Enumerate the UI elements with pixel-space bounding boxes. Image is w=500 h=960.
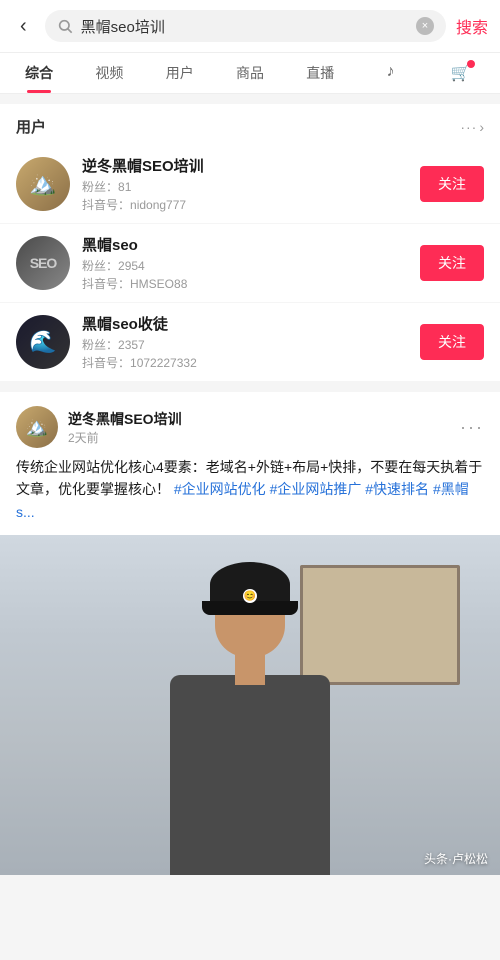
tab-bar: 综合 视频 用户 商品 直播 ♪ 🛒 xyxy=(0,53,500,94)
photo-background: 😊 xyxy=(0,535,500,875)
feed-text: 传统企业网站优化核心4要素：老域名+外链+布局+快排，不要在每天执着于文章，优化… xyxy=(0,456,500,535)
hashtag-2[interactable]: #企业网站推广 xyxy=(270,481,362,497)
feed-avatar[interactable]: 🏔️ xyxy=(16,406,58,448)
cart-icon: 🛒 xyxy=(451,63,471,83)
user-info: 黑帽seo收徒 粉丝：2357 抖音号：1072227332 xyxy=(82,313,408,371)
painting-decoration xyxy=(300,565,460,685)
user-id: 抖音号：nidong777 xyxy=(82,196,408,213)
section-title: 用户 xyxy=(16,116,46,137)
person-neck xyxy=(235,655,265,685)
user-fans: 粉丝：81 xyxy=(82,178,408,195)
chevron-right-icon: › xyxy=(479,119,484,135)
follow-button[interactable]: 关注 xyxy=(420,245,484,281)
user-id: 抖音号：1072227332 xyxy=(82,354,408,371)
person-cap-brim xyxy=(202,601,298,615)
avatar: 🌊 xyxy=(16,315,70,369)
tab-goods[interactable]: 商品 xyxy=(215,53,285,93)
search-input[interactable] xyxy=(81,18,408,35)
avatar-image: 🏔️ xyxy=(16,157,70,211)
feed-username: 逆冬黑帽SEO培训 xyxy=(68,409,450,429)
avatar: 🏔️ xyxy=(16,157,70,211)
more-dots-icon: ··· xyxy=(460,119,477,135)
back-button[interactable]: ‹ xyxy=(12,11,35,42)
tab-cart[interactable]: 🛒 xyxy=(426,53,496,93)
top-bar: ‹ × 搜索 xyxy=(0,0,500,53)
feed-user-info: 逆冬黑帽SEO培训 2天前 xyxy=(68,409,450,446)
search-box: × xyxy=(45,10,446,42)
user-fans: 粉丝：2357 xyxy=(82,336,408,353)
section-header: 用户 ··· › xyxy=(0,104,500,145)
feed-more-button[interactable]: ··· xyxy=(460,417,484,438)
feed-header: 🏔️ 逆冬黑帽SEO培训 2天前 ··· xyxy=(0,392,500,456)
avatar-image: SEO xyxy=(16,236,70,290)
user-info: 逆冬黑帽SEO培训 粉丝：81 抖音号：nidong777 xyxy=(82,155,408,213)
feed-image[interactable]: 😊 头条·卢松松 xyxy=(0,535,500,875)
user-name: 黑帽seo xyxy=(82,234,408,255)
user-item[interactable]: 🏔️ 逆冬黑帽SEO培训 粉丝：81 抖音号：nidong777 关注 xyxy=(0,145,500,224)
user-name: 黑帽seo收徒 xyxy=(82,313,408,334)
cap-smile-badge: 😊 xyxy=(243,589,257,603)
tab-video[interactable]: 视频 xyxy=(74,53,144,93)
tab-live[interactable]: 直播 xyxy=(285,53,355,93)
cart-notification-dot xyxy=(467,60,475,68)
user-id: 抖音号：HMSEO88 xyxy=(82,275,408,292)
user-section: 用户 ··· › 🏔️ 逆冬黑帽SEO培训 粉丝：81 抖音号：nidong77… xyxy=(0,104,500,382)
user-info: 黑帽seo 粉丝：2954 抖音号：HMSEO88 xyxy=(82,234,408,292)
user-item[interactable]: 🌊 黑帽seo收徒 粉丝：2357 抖音号：1072227332 关注 xyxy=(0,303,500,382)
image-watermark: 头条·卢松松 xyxy=(424,850,488,867)
feed-section: 🏔️ 逆冬黑帽SEO培训 2天前 ··· 传统企业网站优化核心4要素：老域名+外… xyxy=(0,392,500,875)
avatar-image: 🌊 xyxy=(16,315,70,369)
search-button[interactable]: 搜索 xyxy=(456,14,488,38)
section-more-button[interactable]: ··· › xyxy=(460,119,484,135)
follow-button[interactable]: 关注 xyxy=(420,166,484,202)
tab-music[interactable]: ♪ xyxy=(355,53,425,93)
avatar: SEO xyxy=(16,236,70,290)
user-fans: 粉丝：2954 xyxy=(82,257,408,274)
user-item[interactable]: SEO 黑帽seo 粉丝：2954 抖音号：HMSEO88 关注 xyxy=(0,224,500,303)
music-icon: ♪ xyxy=(387,63,395,80)
person-body xyxy=(170,675,330,875)
hashtag-1[interactable]: #企业网站优化 xyxy=(174,481,266,497)
hashtag-3[interactable]: #快速排名 xyxy=(365,481,429,497)
feed-time: 2天前 xyxy=(68,429,450,446)
tab-comprehensive[interactable]: 综合 xyxy=(4,53,74,93)
clear-button[interactable]: × xyxy=(416,17,434,35)
user-name: 逆冬黑帽SEO培训 xyxy=(82,155,408,176)
follow-button[interactable]: 关注 xyxy=(420,324,484,360)
search-icon xyxy=(57,18,73,34)
tab-user[interactable]: 用户 xyxy=(145,53,215,93)
